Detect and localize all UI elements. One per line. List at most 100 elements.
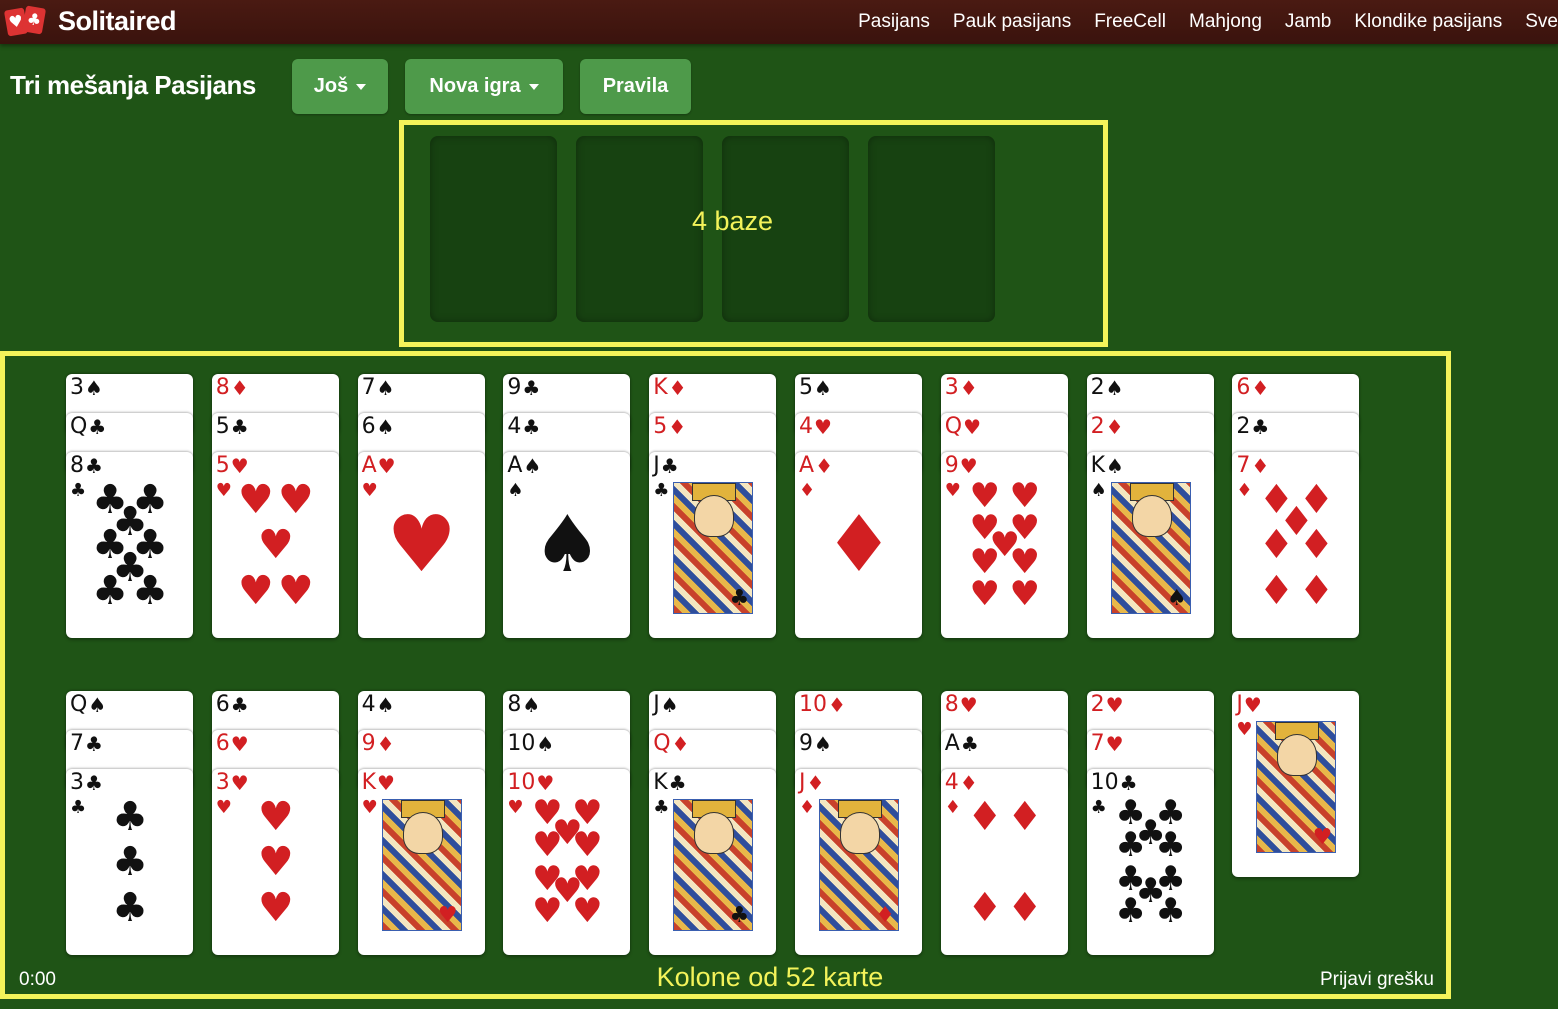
card-pip-icon: ♥ [532, 825, 563, 866]
nav-link-mahjong[interactable]: Mahjong [1189, 11, 1262, 33]
card-suit-icon: ♠ [1106, 454, 1124, 478]
playing-card[interactable]: 4 ♦ ♦ ♦ ♦ ♦ ♦ [940, 769, 1068, 955]
card-corner-index: K ♣ [653, 771, 686, 796]
card-rank: 5 [653, 414, 668, 439]
card-rank: 5 [215, 414, 230, 439]
card-corner-index: 3 ♣ [70, 771, 103, 796]
card-rank: 9 [361, 731, 376, 756]
card-suit-icon: ♦ [806, 771, 825, 795]
card-corner-index: 9 ♥ [945, 454, 978, 479]
playing-card[interactable]: K ♠ ♠ ♠ [1086, 452, 1214, 638]
card-pip-icon: ♥ [237, 476, 274, 523]
card-corner-index: Q ♦ [653, 731, 689, 757]
foundations-annotation: 4 baze [691, 206, 774, 236]
cards-logo-icon: ♥ ♣ [3, 5, 54, 37]
card-rank: 2 [1090, 692, 1105, 717]
foundation-slot-1[interactable] [430, 136, 557, 322]
playing-card[interactable]: K ♣ ♣ ♣ [649, 769, 777, 955]
court-card-figure: ♣ [673, 482, 754, 614]
playing-card[interactable]: K ♥ ♥ ♥ [357, 769, 485, 955]
card-suit-icon: ♠ [536, 732, 555, 756]
card-suit-icon: ♠ [376, 415, 395, 439]
playing-card[interactable]: 10 ♥ ♥ ♥ ♥ ♥ ♥ ♥ ♥ ♥ ♥ ♥ ♥ [503, 769, 631, 955]
card-corner-suit-icon: ♥ [361, 797, 378, 818]
playing-card[interactable]: 8 ♣ ♣ ♣ ♣ ♣ ♣ ♣ ♣ ♣ ♣ [66, 452, 193, 638]
more-dropdown-button[interactable]: Još [292, 59, 388, 114]
main-nav: Pasijans Pauk pasijans FreeCell Mahjong … [835, 0, 1558, 44]
card-corner-index: 5 ♣ [215, 414, 249, 440]
card-rank: 10 [507, 770, 536, 795]
court-card-figure: ♣ [673, 799, 754, 931]
card-suit-icon: ♦ [668, 376, 687, 400]
nav-link-klondike[interactable]: Klondike pasijans [1354, 11, 1502, 33]
playing-card[interactable]: 10 ♣ ♣ ♣ ♣ ♣ ♣ ♣ ♣ ♣ ♣ ♣ ♣ [1086, 769, 1214, 955]
foundation-slot-4[interactable] [868, 136, 995, 322]
card-rank: A [507, 453, 523, 478]
playing-card[interactable]: 9 ♥ ♥ ♥ ♥ ♥ ♥ ♥ ♥ ♥ ♥ ♥ [940, 452, 1068, 638]
nav-link-jamb[interactable]: Jamb [1285, 11, 1331, 33]
card-pip-icon: ♥ [257, 522, 294, 568]
court-suit-icon: ♣ [729, 586, 750, 611]
playing-card[interactable]: 3 ♥ ♥ ♥ ♥ ♥ [211, 769, 339, 955]
card-suit-icon: ♥ [377, 454, 396, 478]
card-pip-icon: ♦ [1006, 793, 1043, 840]
report-bug-link[interactable]: Prijavi grešku [1320, 969, 1434, 991]
card-suit-icon: ♥ [1105, 693, 1124, 717]
playing-card[interactable]: 7 ♦ ♦ ♦ ♦ ♦ ♦ ♦ ♦ ♦ [1232, 452, 1360, 638]
playing-card[interactable]: A ♠ ♠ ♠ [503, 452, 631, 638]
nav-link-sve[interactable]: Sve [1525, 11, 1558, 33]
card-suit-icon: ♣ [85, 732, 103, 756]
playing-card[interactable]: 3 ♣ ♣ ♣ ♣ ♣ [66, 769, 193, 955]
card-rank: A [361, 453, 377, 478]
playing-card[interactable]: A ♦ ♦ ♦ [795, 452, 922, 638]
playing-card[interactable]: J ♥ ♥ ♥ [1232, 691, 1360, 877]
card-corner-suit-icon: ♣ [1090, 797, 1107, 818]
card-suit-icon: ♣ [85, 771, 103, 795]
card-corner-suit-icon: ♠ [507, 480, 524, 501]
card-corner-index: 5 ♠ [799, 375, 832, 401]
playing-card[interactable]: J ♦ ♦ ♦ [795, 769, 922, 955]
card-corner-index: Q ♥ [945, 415, 981, 440]
playing-card[interactable]: 5 ♥ ♥ ♥ ♥ ♥ ♥ ♥ [211, 452, 339, 638]
card-rank: 7 [361, 375, 376, 400]
card-rank: 5 [799, 375, 813, 400]
card-rank: A [944, 731, 960, 756]
card-pip-icon: ♥ [386, 500, 457, 590]
court-suit-icon: ♥ [437, 903, 458, 928]
card-corner-index: 10 ♥ [507, 770, 554, 796]
card-rank: Q [653, 731, 671, 756]
playing-card[interactable]: J ♣ ♣ ♣ [649, 452, 777, 638]
card-corner-index: 9 ♠ [799, 732, 832, 757]
card-pip-icon: ♥ [572, 825, 603, 866]
rules-button[interactable]: Pravila [580, 59, 691, 114]
nav-link-freecell[interactable]: FreeCell [1094, 11, 1166, 33]
card-suit-icon: ♦ [1251, 376, 1270, 400]
card-corner-index: J ♦ [799, 771, 825, 796]
playing-card[interactable]: A ♥ ♥ ♥ [357, 452, 485, 638]
court-face-icon [840, 812, 880, 854]
nav-link-pauk-pasijans[interactable]: Pauk pasijans [953, 11, 1071, 33]
card-rank: 6 [361, 414, 376, 439]
card-suit-icon: ♥ [230, 771, 249, 795]
card-suit-icon: ♦ [1251, 454, 1270, 478]
court-card-figure: ♠ [1110, 482, 1191, 614]
card-suit-icon: ♠ [523, 454, 542, 478]
card-corner-suit-icon: ♥ [944, 480, 961, 501]
card-suit-icon: ♥ [1243, 693, 1262, 717]
card-corner-suit-icon: ♦ [799, 480, 816, 501]
nav-link-pasijans[interactable]: Pasijans [858, 11, 930, 33]
court-face-icon [694, 495, 735, 537]
card-corner-index: 2 ♣ [1236, 415, 1269, 440]
court-card-figure: ♥ [381, 799, 462, 931]
card-corner-index: 7 ♠ [361, 375, 395, 401]
court-card-figure: ♦ [819, 799, 899, 931]
site-logo[interactable]: ♥ ♣ Solitaired [3, 4, 177, 38]
card-corner-index: 4 ♥ [799, 415, 832, 440]
card-suit-icon: ♥ [230, 732, 249, 756]
card-corner-index: 7 ♣ [70, 732, 103, 757]
card-suit-icon: ♦ [230, 376, 249, 400]
new-game-dropdown-button[interactable]: Nova igra [405, 59, 563, 114]
card-rank: 6 [215, 692, 230, 717]
card-pip-icon: ♦ [966, 884, 1003, 931]
logo-text: Solitaired [58, 5, 177, 36]
